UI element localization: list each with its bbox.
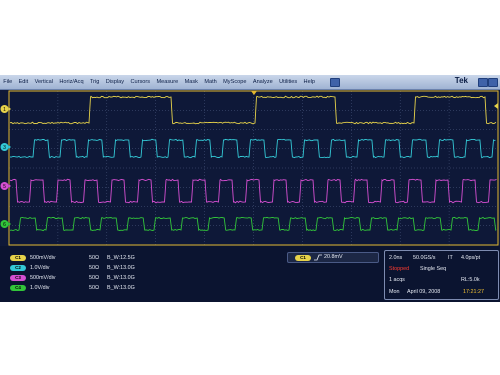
menu-display[interactable]: Display — [103, 79, 128, 85]
menu-dropdown-button[interactable] — [330, 78, 340, 87]
close-button[interactable] — [488, 78, 498, 87]
date: April 09, 2008 — [407, 289, 441, 295]
channel-1-bandwidth: B_W:12.5G — [107, 255, 135, 261]
menu-utilities[interactable]: Utilities — [276, 79, 300, 85]
channel-2-scale: 1.0V/div — [30, 265, 50, 271]
menu-myscope[interactable]: MyScope — [220, 79, 250, 85]
channel-4-scale: 1.0V/div — [30, 285, 50, 291]
acquisition-count: 1 acqs — [389, 277, 405, 283]
sequence-mode: Single Seq — [420, 266, 447, 272]
status-panel: C1 500mV/div 50Ω B_W:12.5G C2 1.0V/div 5… — [0, 246, 500, 302]
channel-1-badge: C1 — [10, 255, 26, 261]
oscilloscope-window: File Edit Vertical Horiz/Acq Trig Displa… — [0, 75, 500, 302]
menu-horiz-acq[interactable]: Horiz/Acq — [56, 79, 87, 85]
channel-4-bw-value: 13.0G — [120, 285, 135, 291]
brand-logo: Tek — [454, 76, 468, 85]
menu-file[interactable]: File — [0, 79, 15, 85]
channel-4-badge: C4 — [10, 285, 26, 291]
menu-mask[interactable]: Mask — [181, 79, 201, 85]
channel-3-impedance: 50Ω — [89, 275, 100, 281]
channel-2-bandwidth: B_W:13.0G — [107, 265, 135, 271]
trigger-source-badge: C1 — [295, 254, 311, 261]
channel-2-marker-label: 3 — [3, 145, 6, 151]
trigger-level: 20.8mV — [324, 254, 343, 260]
menu-analyze[interactable]: Analyze — [250, 79, 276, 85]
channel-4-readout[interactable]: C4 1.0V/div 50Ω B_W:13.0G — [10, 284, 135, 292]
trigger-readout[interactable]: C1 20.8mV — [287, 252, 379, 263]
menu-help[interactable]: Help — [300, 79, 318, 85]
channel-1-marker-label: 1 — [3, 107, 6, 113]
channel-1-impedance: 50Ω — [89, 255, 100, 261]
run-state: Stopped — [389, 266, 410, 272]
menu-cursors[interactable]: Cursors — [127, 79, 153, 85]
channel-2-impedance: 50Ω — [89, 265, 100, 271]
waveform-display[interactable]: 1 3 5 6 — [0, 90, 500, 246]
channel-4-marker-label: 6 — [3, 222, 6, 228]
channel-3-readout[interactable]: C3 500mV/div 50Ω B_W:13.0G — [10, 274, 135, 282]
menu-measure[interactable]: Measure — [153, 79, 181, 85]
channel-1-scale: 500mV/div — [30, 255, 56, 261]
rising-edge-icon — [314, 254, 322, 261]
day: Mon — [389, 289, 400, 295]
record-length: RL:5.0k — [461, 277, 480, 283]
channel-1-readout[interactable]: C1 500mV/div 50Ω B_W:12.5G — [10, 254, 135, 262]
bw-symbol: B_W — [107, 275, 119, 281]
channel-2-badge: C2 — [10, 265, 26, 271]
channel-3-bandwidth: B_W:13.0G — [107, 275, 135, 281]
menu-bar: File Edit Vertical Horiz/Acq Trig Displa… — [0, 75, 500, 90]
bw-symbol: B_W — [107, 255, 119, 261]
acquisition-mode: IT — [448, 255, 453, 261]
time-resolution: 4.0ps/pt — [461, 255, 481, 261]
channel-4-bandwidth: B_W:13.0G — [107, 285, 135, 291]
bw-symbol: B_W — [107, 285, 119, 291]
channel-2-readout[interactable]: C2 1.0V/div 50Ω B_W:13.0G — [10, 264, 135, 272]
channel-2-bw-value: 13.0G — [120, 265, 135, 271]
channel-3-bw-value: 13.0G — [120, 275, 135, 281]
acquisition-readout[interactable]: 2.0ns 50.0GS/s IT 4.0ps/pt Stopped Singl… — [384, 250, 499, 300]
horizontal-scale: 2.0ns — [389, 255, 403, 261]
channel-3-badge: C3 — [10, 275, 26, 281]
menu-math[interactable]: Math — [201, 79, 220, 85]
menu-edit[interactable]: Edit — [15, 79, 31, 85]
channel-4-impedance: 50Ω — [89, 285, 100, 291]
channel-3-marker-label: 5 — [3, 184, 6, 190]
minimize-button[interactable] — [478, 78, 488, 87]
menu-vertical[interactable]: Vertical — [31, 79, 56, 85]
sample-rate: 50.0GS/s — [413, 255, 436, 261]
bw-symbol: B_W — [107, 265, 119, 271]
menu-trig[interactable]: Trig — [87, 79, 103, 85]
channel-1-bw-value: 12.5G — [120, 255, 135, 261]
clock-time: 17:21:27 — [463, 289, 484, 295]
channel-3-scale: 500mV/div — [30, 275, 56, 281]
